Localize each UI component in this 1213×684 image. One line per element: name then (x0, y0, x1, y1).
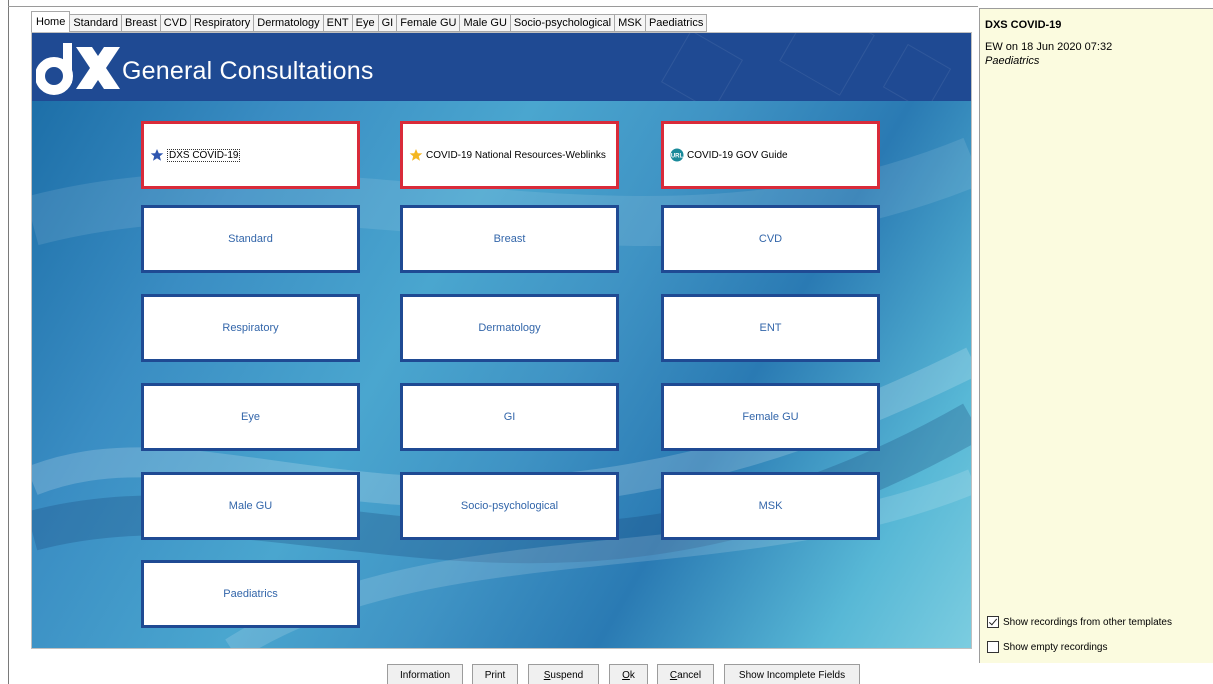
star-gold-icon (409, 149, 423, 161)
show-other-templates-label: Show recordings from other templates (1003, 616, 1172, 628)
checkbox-unchecked-icon (987, 641, 999, 653)
tile-socio-psychological[interactable]: Socio-psychological (400, 472, 619, 540)
recordings-panel: DXS COVID-19 EW on 18 Jun 2020 07:32 Pae… (979, 8, 1213, 663)
tile-male-gu[interactable]: Male GU (141, 472, 360, 540)
dx-logo-icon (36, 43, 120, 95)
tab-bar: Home Standard Breast CVD Respiratory Der… (31, 11, 708, 32)
tile-eye[interactable]: Eye (141, 383, 360, 451)
tab-breast[interactable]: Breast (122, 14, 161, 32)
cancel-button[interactable]: Cancel (657, 664, 714, 684)
tile-female-gu[interactable]: Female GU (661, 383, 880, 451)
tab-ent[interactable]: ENT (323, 14, 353, 32)
url-globe-icon: URL (670, 148, 684, 162)
recordings-subtitle: Paediatrics (985, 55, 1040, 67)
tab-socio-psychological[interactable]: Socio-psychological (510, 14, 616, 32)
tab-respiratory[interactable]: Respiratory (191, 14, 255, 32)
tile-national-resources[interactable]: COVID-19 National Resources-Weblinks (400, 121, 619, 189)
tab-dermatology[interactable]: Dermatology (254, 14, 324, 32)
tab-cvd[interactable]: CVD (160, 14, 192, 32)
recordings-meta: EW on 18 Jun 2020 07:32 (985, 41, 1113, 53)
tile-respiratory[interactable]: Respiratory (141, 294, 360, 362)
template-panel: General Consultations DXS COVID-19 COVID… (31, 32, 972, 649)
tab-paediatrics[interactable]: Paediatrics (645, 14, 708, 32)
ok-button[interactable]: Ok (609, 664, 648, 684)
tile-msk[interactable]: MSK (661, 472, 880, 540)
tile-national-resources-label: COVID-19 National Resources-Weblinks (426, 149, 606, 161)
tile-canvas: DXS COVID-19 COVID-19 National Resources… (32, 101, 971, 648)
tile-gov-guide-label: COVID-19 GOV Guide (687, 149, 788, 161)
template-header: General Consultations (32, 33, 971, 101)
tab-home[interactable]: Home (31, 11, 71, 32)
print-button[interactable]: Print (472, 664, 518, 684)
tile-paediatrics[interactable]: Paediatrics (141, 560, 360, 628)
tile-standard[interactable]: Standard (141, 205, 360, 273)
tab-msk[interactable]: MSK (615, 14, 646, 32)
tile-gov-guide[interactable]: URL COVID-19 GOV Guide (661, 121, 880, 189)
checkbox-checked-icon (987, 616, 999, 628)
tile-cvd[interactable]: CVD (661, 205, 880, 273)
tab-male-gu[interactable]: Male GU (460, 14, 511, 32)
tab-eye[interactable]: Eye (352, 14, 379, 32)
frame-left-border (8, 0, 9, 684)
show-empty-recordings-checkbox[interactable]: Show empty recordings (987, 641, 1108, 653)
information-button[interactable]: Information (387, 664, 463, 684)
tile-gi[interactable]: GI (400, 383, 619, 451)
show-empty-recordings-label: Show empty recordings (1003, 641, 1108, 653)
tile-dxs-covid-label: DXS COVID-19 (167, 148, 241, 162)
recordings-title: DXS COVID-19 (985, 19, 1062, 31)
page-title: General Consultations (122, 57, 374, 85)
suspend-button[interactable]: Suspend (528, 664, 599, 684)
tab-female-gu[interactable]: Female GU (397, 14, 461, 32)
tile-dermatology[interactable]: Dermatology (400, 294, 619, 362)
tile-dxs-covid[interactable]: DXS COVID-19 (141, 121, 360, 189)
button-row: Information Print Suspend Ok Cancel Show… (31, 655, 972, 684)
tile-ent[interactable]: ENT (661, 294, 880, 362)
show-other-templates-checkbox[interactable]: Show recordings from other templates (987, 616, 1172, 628)
show-incomplete-fields-button[interactable]: Show Incomplete Fields (724, 664, 860, 684)
frame-top-border (8, 6, 978, 7)
tab-gi[interactable]: GI (378, 14, 398, 32)
star-blue-icon (150, 149, 164, 161)
svg-text:URL: URL (671, 154, 684, 160)
tab-standard[interactable]: Standard (70, 14, 122, 32)
app-window: Home Standard Breast CVD Respiratory Der… (0, 0, 1213, 684)
tile-breast[interactable]: Breast (400, 205, 619, 273)
